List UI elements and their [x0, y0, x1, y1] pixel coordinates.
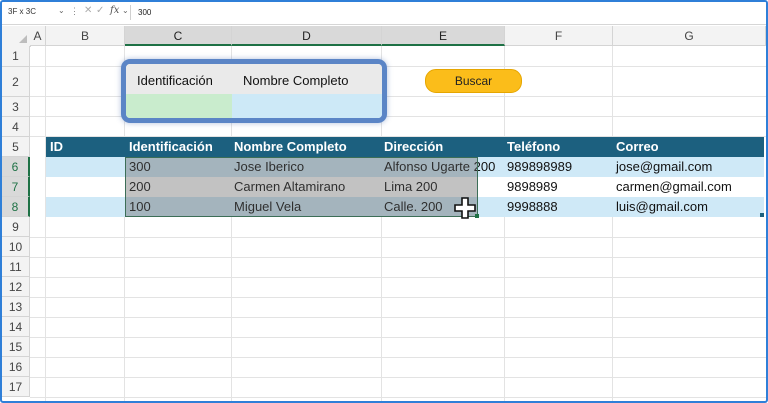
column-header-a[interactable]: A [30, 26, 46, 46]
cell-telefono[interactable]: 989898989 [507, 157, 572, 177]
cell-telefono[interactable]: 9998888 [507, 197, 558, 217]
cancel-icon[interactable]: ✕ [84, 5, 92, 16]
row-header-5[interactable]: 5 [2, 137, 30, 157]
table-resize-handle[interactable] [760, 213, 764, 217]
name-search-input[interactable] [232, 94, 382, 118]
id-label: Identificación [137, 73, 213, 88]
formula-input[interactable]: 300 [138, 8, 151, 17]
chevron-down-icon[interactable]: ⌄ [58, 6, 65, 15]
row-header-12[interactable]: 12 [2, 277, 30, 297]
name-box[interactable]: 3F x 3C [8, 7, 60, 19]
gridline [30, 297, 766, 298]
more-options-icon[interactable]: ⋮ [70, 6, 79, 17]
gridline [504, 46, 505, 401]
gridline [30, 337, 766, 338]
row-header-15[interactable]: 15 [2, 337, 30, 357]
gridline [30, 397, 766, 398]
gridline [612, 46, 613, 401]
gridline [30, 317, 766, 318]
gridline [30, 237, 766, 238]
check-icon[interactable]: ✓ [96, 5, 104, 16]
select-all-triangle [19, 35, 27, 43]
row-header-3[interactable]: 3 [2, 97, 30, 117]
spreadsheet-window: 3F x 3C ⌄ ⋮ ✕ ✓ fx ⌄ 300 A B C D E F G 1… [0, 0, 768, 403]
cell-telefono[interactable]: 9898989 [507, 177, 558, 197]
row-header-17[interactable]: 17 [2, 377, 30, 397]
gridline [30, 357, 766, 358]
row-header-7[interactable]: 7 [2, 177, 30, 197]
cell-correo[interactable]: jose@gmail.com [616, 157, 712, 177]
gridline [30, 277, 766, 278]
column-header-f[interactable]: F [505, 26, 613, 46]
table-header: ID Identificación Nombre Completo Direcc… [46, 137, 764, 158]
row-header-4[interactable]: 4 [2, 117, 30, 137]
row-header-8[interactable]: 8 [2, 197, 30, 217]
gridline [30, 257, 766, 258]
row-header-9[interactable]: 9 [2, 217, 30, 237]
row-header-6[interactable]: 6 [2, 157, 30, 177]
gridline [30, 377, 766, 378]
column-header-g[interactable]: G [613, 26, 766, 46]
search-button[interactable]: Buscar [425, 69, 522, 93]
name-label: Nombre Completo [243, 73, 349, 88]
cell-correo[interactable]: luis@gmail.com [616, 197, 708, 217]
column-header-d[interactable]: D [232, 26, 382, 46]
header-identificacion[interactable]: Identificación [129, 137, 213, 158]
header-direccion[interactable]: Dirección [384, 137, 443, 158]
selection-range[interactable] [125, 157, 478, 217]
chevron-down-icon[interactable]: ⌄ [122, 6, 129, 15]
gridline [45, 46, 46, 401]
row-header-11[interactable]: 11 [2, 257, 30, 277]
row-header-13[interactable]: 13 [2, 297, 30, 317]
column-header-b[interactable]: B [46, 26, 125, 46]
row-header-2[interactable]: 2 [2, 67, 30, 97]
row-header-10[interactable]: 10 [2, 237, 30, 257]
header-telefono[interactable]: Teléfono [507, 137, 560, 158]
select-all-corner[interactable] [2, 26, 31, 47]
id-search-input[interactable] [126, 94, 232, 118]
crosshair-cursor-icon [454, 197, 476, 219]
header-correo[interactable]: Correo [616, 137, 659, 158]
search-panel: Identificación Nombre Completo [121, 59, 387, 123]
search-panel-header: Identificación Nombre Completo [126, 64, 382, 94]
formula-divider [130, 5, 131, 20]
column-header-e[interactable]: E [382, 26, 505, 46]
row-header-16[interactable]: 16 [2, 357, 30, 377]
row-header-14[interactable]: 14 [2, 317, 30, 337]
function-icon[interactable]: fx [110, 5, 119, 16]
header-id[interactable]: ID [50, 137, 63, 158]
column-header-c[interactable]: C [125, 26, 232, 46]
cell-correo[interactable]: carmen@gmail.com [616, 177, 732, 197]
row-header-1[interactable]: 1 [2, 46, 30, 67]
formula-bar: 3F x 3C ⌄ ⋮ ✕ ✓ fx ⌄ 300 [2, 2, 766, 25]
header-nombre[interactable]: Nombre Completo [234, 137, 347, 158]
